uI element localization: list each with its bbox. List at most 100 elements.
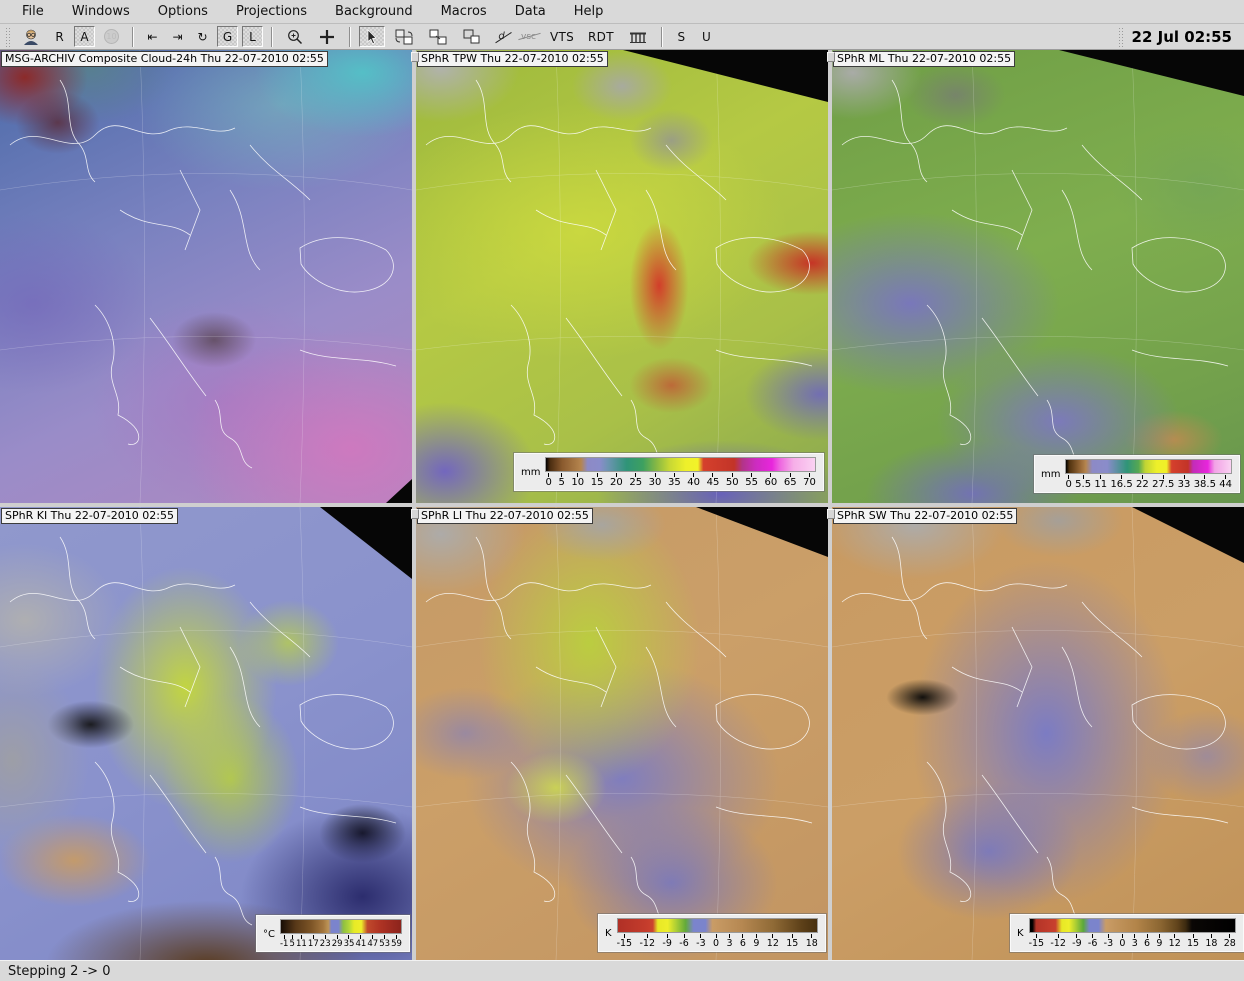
distance-tool-button[interactable]: d (491, 26, 512, 47)
panel-composite[interactable]: MSG-ARCHIV Composite Cloud-24h Thu 22-07… (0, 50, 412, 503)
colorbar-tick-label: 9 (753, 934, 759, 949)
satellite-image-tpw[interactable] (416, 50, 828, 503)
s-button[interactable]: S (671, 26, 692, 47)
pan-tool-button[interactable] (313, 26, 341, 47)
menu-item[interactable]: Windows (58, 2, 144, 22)
colorbar-tick-label: -6 (679, 934, 688, 949)
loop-animation-button[interactable]: ↻ (192, 26, 213, 47)
colorbar-tick-label: 30 (649, 473, 662, 489)
colorbar-tick-label: 25 (629, 473, 642, 489)
colorbar-tick-label: -12 (1050, 934, 1066, 949)
copy-frame-icon (428, 28, 448, 46)
menu-item[interactable]: File (8, 2, 58, 22)
step-to-last-button[interactable]: ⇥ (167, 26, 188, 47)
u-button[interactable]: U (696, 26, 717, 47)
move-frame-button[interactable] (457, 26, 487, 47)
colorbar-tick-label: 65 (784, 473, 797, 489)
g-button[interactable]: G (217, 26, 238, 47)
swap-frames-icon (394, 28, 414, 46)
select-cursor-tool-button[interactable] (359, 26, 385, 47)
menu-item[interactable]: Projections (222, 2, 321, 22)
panel-title: SPhR KI Thu 22-07-2010 02:55 (1, 508, 178, 524)
colorbar-tick-label: 29 (332, 935, 343, 949)
distance-icon: d (498, 31, 504, 42)
colorbar-tick-label: 6 (1144, 934, 1150, 949)
colorbar-tick-label: 50 (726, 473, 739, 489)
circle-10-button[interactable]: 10 (99, 26, 124, 47)
r-button[interactable]: R (49, 26, 70, 47)
colorbar-sw: K -15-12-9-6-3036912151828 (1010, 914, 1244, 952)
panel-sw[interactable]: SPhR SW Thu 22-07-2010 02:55 K -15-12-9-… (832, 507, 1244, 960)
colorbar-unit: °C (263, 929, 275, 940)
panel-title: SPhR ML Thu 22-07-2010 02:55 (833, 51, 1015, 67)
colorbar-tick-label: 41 (355, 935, 366, 949)
colorbar-tick-label: -3 (696, 934, 705, 949)
colorbar-tick-label: 0 (545, 473, 551, 489)
colorbar-tick-label: 33 (1178, 475, 1191, 491)
vts-button[interactable]: VTS (545, 26, 579, 47)
circle-10-icon: 10 (104, 29, 119, 44)
menu-item[interactable]: Help (560, 2, 618, 22)
colorbar-ticks: 05.51116.52227.53338.544 (1065, 475, 1232, 491)
menu-item[interactable]: Data (501, 2, 560, 22)
toolbar-drag-handle[interactable] (5, 27, 12, 47)
colorbar-tick-label: 15 (1187, 934, 1199, 949)
colorbar-tick-label: 10 (571, 473, 584, 489)
panel-ml[interactable]: SPhR ML Thu 22-07-2010 02:55 mm 05.51116… (832, 50, 1244, 503)
panel-ki[interactable]: SPhR KI Thu 22-07-2010 02:55 °C -1511172… (0, 507, 412, 960)
colorbar-tick-label: 53 (379, 935, 390, 949)
colorbar-tick-label: 12 (1169, 934, 1181, 949)
colorbar-ml: mm 05.51116.52227.53338.544 (1034, 455, 1240, 494)
menu-item[interactable]: Options (144, 2, 222, 22)
operator-icon-button[interactable] (17, 26, 45, 47)
splitter-knob[interactable] (411, 52, 419, 62)
vsc-tool-button[interactable]: vsc (516, 26, 541, 47)
colorbar-ki: °C -15111723293541475359 (256, 915, 410, 952)
cursor-arrow-icon (364, 29, 380, 45)
splitter-knob[interactable] (827, 52, 835, 62)
rdt-button[interactable]: RDT (583, 26, 619, 47)
colorbar-tick-label: 15 (591, 473, 604, 489)
colorbar-ticks: -15111723293541475359 (280, 935, 402, 949)
colorbar-tick-label: 0 (1065, 475, 1071, 491)
colorbar-tick-label: -6 (1088, 934, 1097, 949)
colorbar-tick-label: 20 (610, 473, 623, 489)
colorbar-tick-label: 35 (668, 473, 681, 489)
l-button[interactable]: L (242, 26, 263, 47)
satellite-image-ml[interactable] (832, 50, 1244, 503)
panel-title: MSG-ARCHIV Composite Cloud-24h Thu 22-07… (1, 51, 328, 67)
colorbar-tick-label: 6 (740, 934, 746, 949)
coastline-overlay (416, 507, 828, 960)
colorbar-tick-label: 18 (1205, 934, 1217, 949)
panel-title: SPhR LI Thu 22-07-2010 02:55 (417, 508, 593, 524)
colorbar-unit: K (1017, 928, 1024, 939)
satellite-image-composite[interactable] (0, 50, 412, 503)
copy-frame-button[interactable] (423, 26, 453, 47)
panel-li[interactable]: SPhR LI Thu 22-07-2010 02:55 K -15-12-9-… (416, 507, 828, 960)
menu-item[interactable]: Background (321, 2, 427, 22)
splitter-knob[interactable] (827, 509, 835, 519)
colorbar-gradient (617, 918, 818, 933)
colorbar-tick-label: 60 (765, 473, 778, 489)
a-button[interactable]: A (74, 26, 95, 47)
step-to-first-button[interactable]: ⇤ (142, 26, 163, 47)
swap-frames-button[interactable] (389, 26, 419, 47)
coastline-overlay (832, 507, 1244, 960)
satellite-image-li[interactable] (416, 507, 828, 960)
menu-item[interactable]: Macros (427, 2, 501, 22)
colorbar-ticks: 0510152025303540455055606570 (545, 473, 816, 489)
satellite-image-sw[interactable] (832, 507, 1244, 960)
bridge-view-button[interactable] (623, 26, 653, 47)
colorbar-tick-label: 45 (707, 473, 720, 489)
colorbar-tick-label: 27.5 (1152, 475, 1174, 491)
satellite-image-ki[interactable] (0, 507, 412, 960)
colorbar-tick-label: 9 (1156, 934, 1162, 949)
zoom-tool-button[interactable] (281, 26, 309, 47)
splitter-knob[interactable] (411, 509, 419, 519)
colorbar-tpw: mm 0510152025303540455055606570 (514, 453, 824, 492)
move-frame-icon (462, 28, 482, 46)
clock-drag-handle[interactable] (1118, 27, 1125, 47)
coastline-overlay (0, 507, 412, 960)
panel-tpw[interactable]: SPhR TPW Thu 22-07-2010 02:55 mm 0510152… (416, 50, 828, 503)
colorbar-gradient (1065, 459, 1232, 474)
